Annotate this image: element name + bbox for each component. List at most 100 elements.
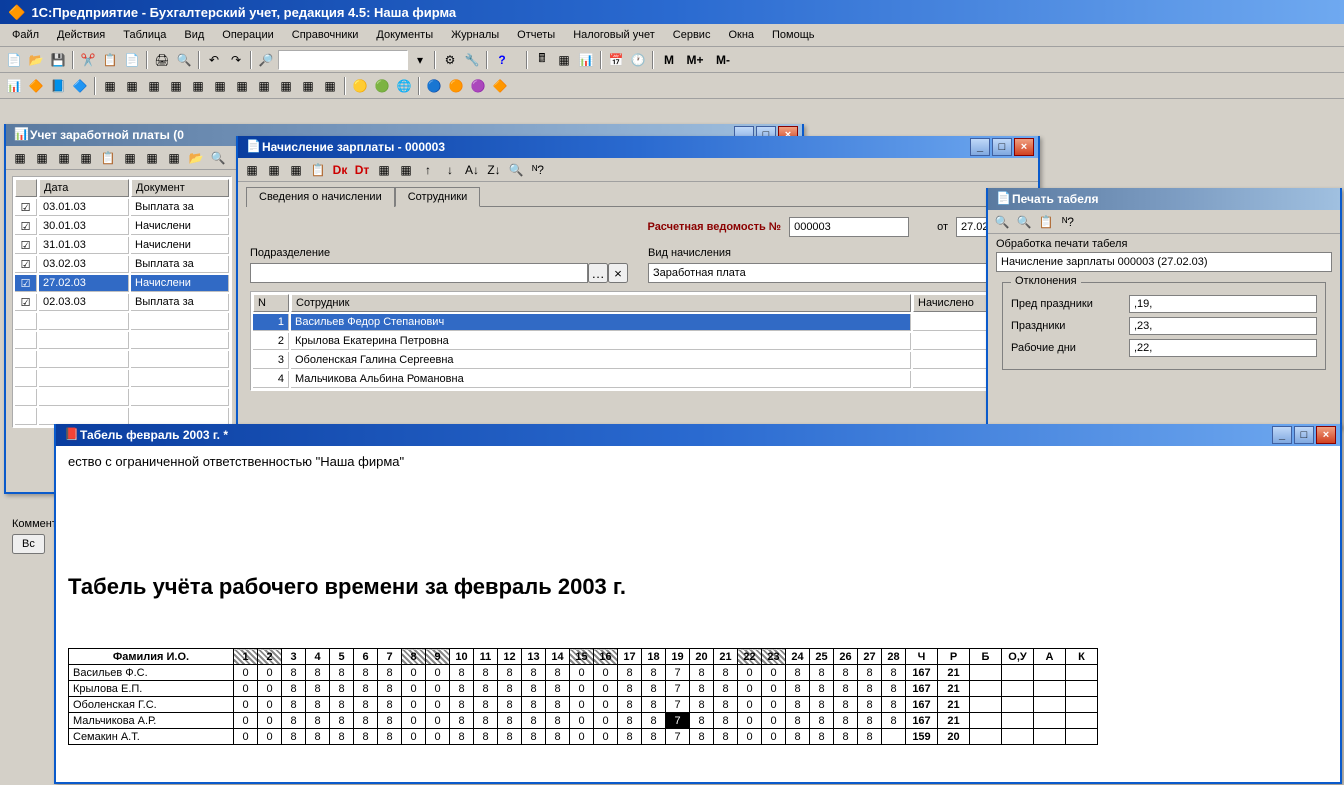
minimize-button[interactable]: _ [970, 138, 990, 156]
nav10-icon[interactable]: ▦ [210, 76, 230, 96]
holidays-input[interactable] [1129, 317, 1317, 335]
search-combo[interactable] [278, 50, 408, 70]
nav4-icon[interactable]: 🔷 [70, 76, 90, 96]
report-body[interactable]: ество с ограниченной ответственностью "Н… [56, 446, 1340, 782]
nav21-icon[interactable]: 🟣 [468, 76, 488, 96]
nav7-icon[interactable]: ▦ [144, 76, 164, 96]
journal-row[interactable]: ☑31.01.03Начислени [15, 237, 229, 254]
nav8-icon[interactable]: ▦ [166, 76, 186, 96]
tab-info[interactable]: Сведения о начислении [246, 187, 395, 207]
mem-m-button[interactable]: М [658, 50, 680, 70]
nav12-icon[interactable]: ▦ [254, 76, 274, 96]
at8-icon[interactable]: ▦ [396, 160, 416, 180]
workdays-input[interactable] [1129, 339, 1317, 357]
journal-grid[interactable]: Дата Документ ☑03.01.03Выплата за☑30.01.… [12, 176, 232, 428]
jt5-icon[interactable]: 📋 [98, 148, 118, 168]
num-input[interactable] [789, 217, 909, 237]
nav2-icon[interactable]: 🔶 [26, 76, 46, 96]
jt10-icon[interactable]: 🔍 [208, 148, 228, 168]
print-icon[interactable]: 🖨 [152, 50, 172, 70]
menu-Помощь[interactable]: Помощь [764, 26, 823, 44]
close-button[interactable]: × [1316, 426, 1336, 444]
save-icon[interactable]: 💾 [48, 50, 68, 70]
tool-a-icon[interactable]: ⚙ [440, 50, 460, 70]
journal-row[interactable]: ☑27.02.03Начислени [15, 275, 229, 292]
jt1-icon[interactable]: ▦ [10, 148, 30, 168]
menu-Сервис[interactable]: Сервис [665, 26, 719, 44]
tool-b-icon[interactable]: 🔧 [462, 50, 482, 70]
menu-Журналы[interactable]: Журналы [443, 26, 507, 44]
pt2-icon[interactable]: 🔍 [1014, 212, 1034, 232]
journal-row[interactable]: ☑03.01.03Выплата за [15, 199, 229, 216]
pt1-icon[interactable]: 🔍 [992, 212, 1012, 232]
dept-lookup-button[interactable]: … [588, 263, 608, 283]
emp-row[interactable]: 2Крылова Екатерина Петровна3,50 [253, 333, 1023, 350]
report-titlebar[interactable]: 📕 Табель февраль 2003 г. * _ □ × [56, 424, 1340, 446]
nav5-icon[interactable]: ▦ [100, 76, 120, 96]
find-icon[interactable]: 🔎 [256, 50, 276, 70]
pt3-icon[interactable]: 📋 [1036, 212, 1056, 232]
jt4-icon[interactable]: ▦ [76, 148, 96, 168]
menu-Налоговый учет[interactable]: Налоговый учет [565, 26, 663, 44]
help2-icon[interactable]: ᴺ? [528, 160, 548, 180]
jt7-icon[interactable]: ▦ [142, 148, 162, 168]
open-icon[interactable]: 📂 [26, 50, 46, 70]
emp-row[interactable]: 1Васильев Федор Степанович8,00 [253, 314, 1023, 331]
at6-icon[interactable]: Dт [352, 160, 372, 180]
dropdown-icon[interactable]: ▾ [410, 50, 430, 70]
journal-row[interactable]: ☑03.02.03Выплата за [15, 256, 229, 273]
dept-input[interactable] [250, 263, 588, 283]
jt8-icon[interactable]: ▦ [164, 148, 184, 168]
menu-Отчеты[interactable]: Отчеты [509, 26, 563, 44]
down-icon[interactable]: ↓ [440, 160, 460, 180]
chart-icon[interactable]: 📊 [576, 50, 596, 70]
maximize-button[interactable]: □ [1294, 426, 1314, 444]
emp-row[interactable]: 3Оболенская Галина Сергеевна5,00 [253, 352, 1023, 369]
accrual-titlebar[interactable]: 📄 Начисление зарплаты - 000003 _ □ × [238, 136, 1038, 158]
menu-Справочники[interactable]: Справочники [284, 26, 367, 44]
mem-mminus-button[interactable]: М- [710, 50, 736, 70]
menu-Документы[interactable]: Документы [368, 26, 441, 44]
nav17-icon[interactable]: 🟢 [372, 76, 392, 96]
nav3-icon[interactable]: 📘 [48, 76, 68, 96]
nav1-icon[interactable]: 📊 [4, 76, 24, 96]
menu-Окна[interactable]: Окна [720, 26, 762, 44]
pt-help-icon[interactable]: ᴺ? [1058, 212, 1078, 232]
calc-icon[interactable]: 🖩 [532, 50, 552, 70]
at5-icon[interactable]: Dк [330, 160, 350, 180]
nav20-icon[interactable]: 🟠 [446, 76, 466, 96]
nav9-icon[interactable]: ▦ [188, 76, 208, 96]
preview-icon[interactable]: 🔍 [174, 50, 194, 70]
nav18-icon[interactable]: 🌐 [394, 76, 414, 96]
menu-Таблица[interactable]: Таблица [115, 26, 174, 44]
emp-row[interactable]: 4Мальчикова Альбина Романовна4,50 [253, 371, 1023, 388]
nav16-icon[interactable]: 🟡 [350, 76, 370, 96]
journal-row[interactable]: ☑02.03.03Выплата за [15, 294, 229, 311]
up-icon[interactable]: ↑ [418, 160, 438, 180]
redo-icon[interactable]: ↷ [226, 50, 246, 70]
new-icon[interactable]: 📄 [4, 50, 24, 70]
grid-icon[interactable]: ▦ [554, 50, 574, 70]
tab-employees[interactable]: Сотрудники [395, 187, 481, 207]
at9-icon[interactable]: 🔍 [506, 160, 526, 180]
copy-icon[interactable]: 📋 [100, 50, 120, 70]
jt9-icon[interactable]: 📂 [186, 148, 206, 168]
at3-icon[interactable]: ▦ [286, 160, 306, 180]
col-date[interactable]: Дата [39, 179, 129, 197]
menu-Вид[interactable]: Вид [176, 26, 212, 44]
nav22-icon[interactable]: 🔶 [490, 76, 510, 96]
preholidays-input[interactable] [1129, 295, 1317, 313]
print-tabel-titlebar[interactable]: 📄 Печать табеля [988, 188, 1340, 210]
nav19-icon[interactable]: 🔵 [424, 76, 444, 96]
calendar-icon[interactable]: 📅 [606, 50, 626, 70]
journal-row[interactable]: ☑30.01.03Начислени [15, 218, 229, 235]
cut-icon[interactable]: ✂️ [78, 50, 98, 70]
footer-button[interactable]: Вс [12, 534, 45, 554]
undo-icon[interactable]: ↶ [204, 50, 224, 70]
col-n[interactable]: N [253, 294, 289, 312]
dept-clear-button[interactable]: × [608, 263, 628, 283]
sort-desc-icon[interactable]: Z↓ [484, 160, 504, 180]
sort-asc-icon[interactable]: A↓ [462, 160, 482, 180]
at4-icon[interactable]: 📋 [308, 160, 328, 180]
col-emp[interactable]: Сотрудник [291, 294, 911, 312]
